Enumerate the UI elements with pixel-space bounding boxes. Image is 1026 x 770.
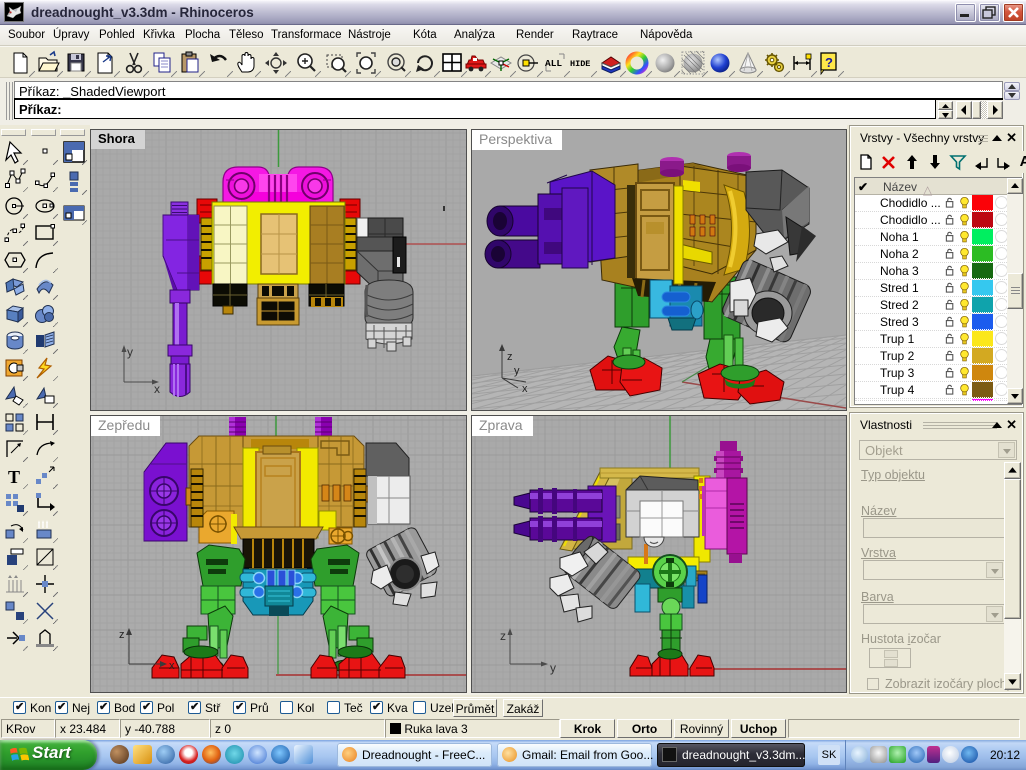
svg-text:ALL: ALL xyxy=(545,58,562,69)
svg-text:y: y xyxy=(550,661,556,675)
svg-text:?: ? xyxy=(825,55,833,70)
svg-text:z: z xyxy=(500,629,506,643)
svg-text:z: z xyxy=(119,629,125,641)
svg-text:y: y xyxy=(127,345,133,359)
svg-text:x: x xyxy=(154,382,160,396)
svg-text:z: z xyxy=(507,351,513,363)
svg-text:T: T xyxy=(8,467,20,487)
svg-text:x: x xyxy=(522,383,528,395)
svg-text:x: x xyxy=(169,660,175,672)
svg-text:y: y xyxy=(514,365,520,377)
svg-text:HIDE: HIDE xyxy=(570,59,590,69)
